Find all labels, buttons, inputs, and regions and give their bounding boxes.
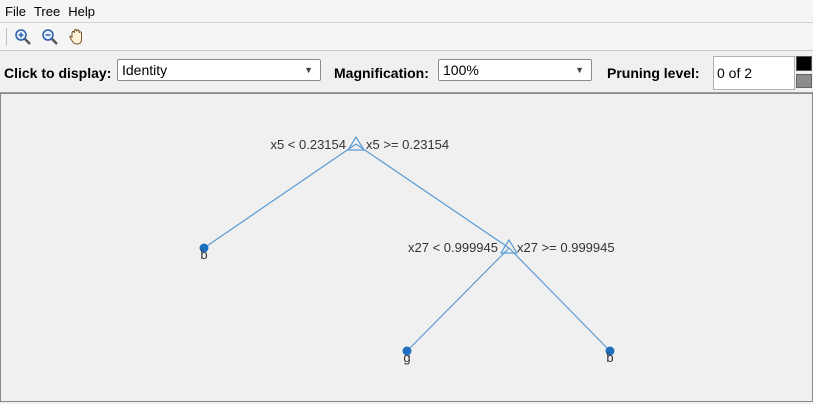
menu-bar: File Tree Help [0,0,813,23]
zoom-out-icon [42,28,58,45]
leaf-label-2: g [403,350,410,365]
controls-panel: Click to display: Identity ▼ Magnificati… [0,51,813,93]
edge-root-right [355,143,510,249]
menu-help[interactable]: Help [63,4,98,19]
leaf-label-1: b [200,247,207,262]
display-dropdown[interactable]: Identity ▼ [117,59,321,81]
tree-canvas[interactable]: x5 < 0.23154 x5 >= 0.23154 x27 < 0.99994… [0,93,813,402]
zoom-out-button[interactable] [39,26,61,48]
magnification-dropdown[interactable]: 100% ▼ [438,59,592,81]
node2-right-rule: x27 >= 0.999945 [517,240,615,255]
root-left-rule: x5 < 0.23154 [270,137,346,152]
pruning-decrease-button[interactable] [796,74,812,88]
chevron-down-icon: ▼ [575,65,584,75]
pruning-value: 0 of 2 [717,65,753,81]
pruning-level-field[interactable]: 0 of 2 [713,56,795,90]
magnification-label: Magnification: [334,65,429,81]
pan-button[interactable] [66,26,88,48]
edge-node2-right [508,247,611,352]
root-right-rule: x5 >= 0.23154 [366,137,449,152]
pruning-label: Pruning level: [607,65,700,81]
magnification-value: 100% [443,62,479,78]
chevron-down-icon: ▼ [304,65,313,75]
display-value: Identity [122,62,168,78]
pan-hand-icon [69,28,82,44]
menu-tree[interactable]: Tree [29,4,63,19]
toolbar [0,23,813,51]
node2-triangle[interactable] [499,238,519,254]
pruning-increase-button[interactable] [796,56,812,71]
display-label: Click to display: [4,65,112,81]
menu-file[interactable]: File [0,4,29,19]
node2-left-rule: x27 < 0.999945 [408,240,498,255]
edge-node2-left [406,247,510,352]
leaf-label-3: b [606,350,613,365]
zoom-in-icon [15,28,31,45]
tree-diagram: x5 < 0.23154 x5 >= 0.23154 x27 < 0.99994… [199,135,615,365]
zoom-in-button[interactable] [12,26,34,48]
edge-root-left [203,143,357,249]
toolbar-separator [6,27,7,46]
